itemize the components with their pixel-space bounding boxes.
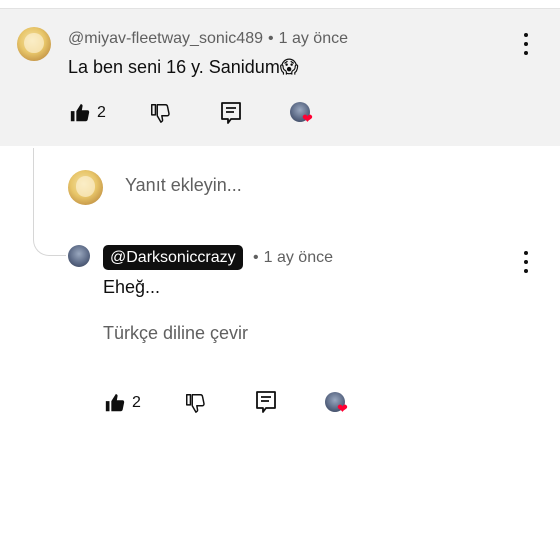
- thumbs-down-icon: [186, 394, 205, 413]
- comment-timestamp[interactable]: 1 ay önce: [279, 30, 348, 47]
- reply-like-count: 2: [132, 394, 141, 411]
- comment-icon: [256, 391, 276, 413]
- reply-more-menu-button[interactable]: [516, 251, 536, 273]
- comment-dislike-button[interactable]: [149, 102, 171, 124]
- comment-meta: @miyav-fleetway_sonic489 • 1 ay önce: [68, 30, 348, 47]
- reply-input[interactable]: Yanıt ekleyin...: [125, 175, 242, 196]
- reply-text: Eheğ...: [103, 277, 161, 297]
- reply-meta: • 1 ay önce: [253, 249, 333, 266]
- comment-like-count: 2: [97, 104, 106, 121]
- reply-timestamp[interactable]: 1 ay önce: [264, 249, 333, 266]
- reply-author-handle[interactable]: @Darksoniccrazy: [103, 245, 243, 270]
- heart-icon: ❤: [302, 111, 313, 126]
- reply-creator-heart-badge: ❤: [325, 392, 349, 416]
- comment-like-button[interactable]: 2: [69, 102, 106, 124]
- creator-heart-badge: ❤: [290, 102, 314, 126]
- reply-dislike-button[interactable]: [184, 392, 206, 414]
- comment-author-avatar[interactable]: [17, 27, 51, 61]
- translate-link[interactable]: Türkçe diline çevir: [103, 323, 248, 344]
- current-user-avatar: [68, 170, 103, 205]
- comment-text: La ben seni 16 y. Sanidum😱: [68, 57, 299, 77]
- reply-like-button[interactable]: 2: [104, 392, 141, 414]
- reply-thread-connector: [33, 148, 66, 256]
- comment-more-menu-button[interactable]: [516, 33, 536, 55]
- comment-reply-button[interactable]: [220, 101, 242, 125]
- thumbs-down-icon: [151, 104, 170, 123]
- top-divider: [0, 0, 560, 9]
- comment-author-handle[interactable]: @miyav-fleetway_sonic489: [68, 30, 263, 47]
- thumbs-up-icon: [105, 393, 125, 412]
- heart-icon: ❤: [337, 401, 348, 416]
- reply-author-avatar[interactable]: [68, 245, 90, 267]
- reply-reply-button[interactable]: [255, 390, 277, 414]
- thumbs-up-icon: [70, 103, 90, 122]
- comment-icon: [221, 102, 241, 124]
